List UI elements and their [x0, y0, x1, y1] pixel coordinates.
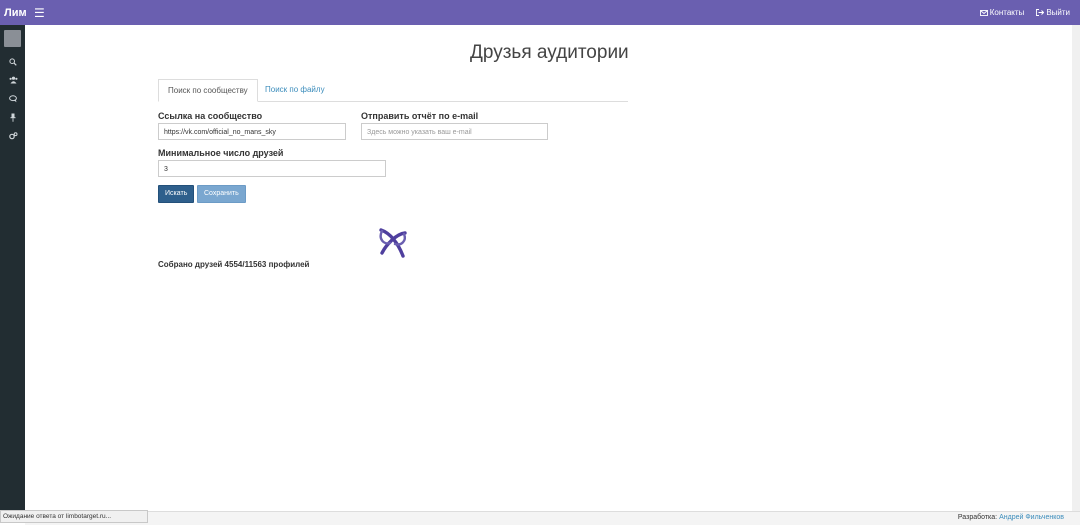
developer-credit: Разработка: Андрей Фильченков	[958, 514, 1064, 521]
developer-link[interactable]: Андрей Фильченков	[999, 514, 1064, 521]
gears-icon	[8, 132, 17, 140]
search-icon	[9, 58, 17, 66]
save-button[interactable]: Сохранить	[197, 185, 246, 203]
comments-icon	[8, 95, 17, 103]
users-icon	[9, 76, 17, 84]
search-button[interactable]: Искать	[158, 185, 195, 203]
sidebar-item-users[interactable]	[7, 74, 19, 86]
min-friends-input[interactable]: 3	[158, 160, 386, 177]
logout-link[interactable]: Выйти	[1036, 8, 1070, 17]
min-friends-label: Минимальное число друзей	[158, 148, 284, 158]
contacts-link[interactable]: Контакты	[979, 8, 1025, 17]
email-report-label: Отправить отчёт по e-mail	[361, 111, 479, 121]
top-right-links: Контакты Выйти	[979, 8, 1080, 17]
avatar[interactable]	[4, 30, 21, 47]
footer-bar	[25, 511, 1080, 525]
sidebar-item-comments[interactable]	[7, 93, 19, 105]
email-input[interactable]: Здесь можно указать ваш e-mail	[361, 123, 548, 140]
community-link-label: Ссылка на сообщество	[158, 111, 263, 121]
envelope-icon	[979, 9, 988, 16]
progress-text: Собрано друзей 4554/11563 профилей	[158, 260, 310, 269]
hamburger-icon[interactable]: ☰	[34, 6, 45, 20]
right-scrollbar[interactable]	[1072, 25, 1080, 511]
developer-label: Разработка:	[957, 514, 998, 521]
community-link-input[interactable]: https://vk.com/official_no_mans_sky	[158, 123, 346, 140]
sidebar	[0, 25, 25, 511]
tabs: Поиск по сообществу Поиск по файлу	[158, 79, 628, 102]
logout-label: Выйти	[1046, 8, 1070, 17]
brand-logo[interactable]: Лим	[0, 7, 30, 19]
page-title: Друзья аудитории	[470, 42, 629, 63]
loading-logo-icon	[379, 228, 407, 258]
pin-icon	[10, 113, 16, 122]
sidebar-item-search[interactable]	[7, 56, 19, 68]
top-navbar: Лим ☰ Контакты Выйти	[0, 0, 1080, 25]
tab-file-search[interactable]: Поиск по файлу	[256, 79, 334, 100]
sidebar-item-pin[interactable]	[7, 111, 19, 123]
sidebar-item-settings[interactable]	[7, 130, 19, 142]
browser-status-bar: Ожидание ответа от limbotarget.ru...	[0, 510, 148, 523]
contacts-label: Контакты	[989, 8, 1025, 17]
sign-out-icon	[1036, 9, 1045, 16]
tab-community-search[interactable]: Поиск по сообществу	[158, 79, 258, 102]
